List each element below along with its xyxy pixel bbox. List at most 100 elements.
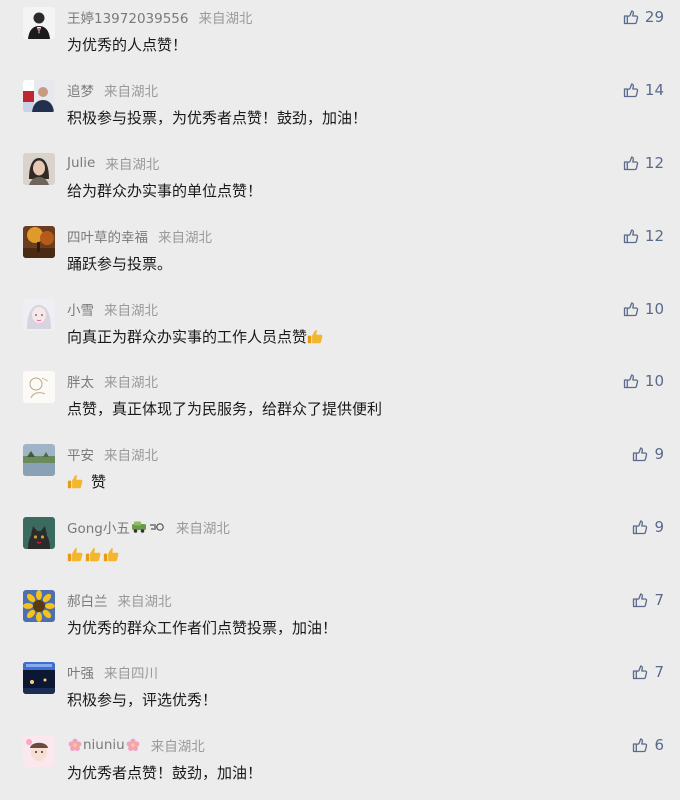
comment-item: 四叶草的幸福 来自湖北 踊跃参与投票。 12	[0, 219, 680, 291]
commenter-name[interactable]: Gong小五	[67, 517, 130, 537]
avatar-suit-man-icon[interactable]	[23, 7, 55, 39]
comment-text-row: 踊跃参与投票。	[67, 252, 172, 274]
thumbs-up-icon	[623, 9, 639, 25]
commenter-name[interactable]: 四叶草的幸福	[67, 226, 148, 246]
avatar-flag-portrait-icon[interactable]	[23, 80, 55, 112]
comment-text: 踊跃参与投票。	[67, 254, 173, 273]
comment-text: 为优秀的人点赞！	[67, 35, 188, 54]
thumbs-up-emoji-icon	[103, 546, 120, 563]
comment-item: 郝白兰 来自湖北为优秀的群众工作者们点赞投票，加油！ 7	[0, 583, 680, 655]
avatar-night-scene-icon[interactable]	[23, 662, 55, 694]
like-button[interactable]: 14	[623, 80, 664, 100]
comment-text-row: 赞	[67, 470, 106, 492]
thumbs-up-icon	[632, 446, 648, 462]
car-emoji-icon	[131, 520, 147, 534]
comment-text: 点赞，真正体现了为民服务，给群众了提供便利	[67, 399, 383, 418]
like-button[interactable]: 12	[623, 226, 664, 246]
avatar-sketch-icon[interactable]	[23, 371, 55, 403]
thumbs-up-emoji-icon	[307, 328, 324, 345]
dash-emoji-icon	[149, 520, 165, 534]
thumbs-up-icon	[623, 373, 639, 389]
like-count: 29	[644, 8, 664, 26]
commenter-name[interactable]: 平安	[67, 444, 94, 464]
commenter-name[interactable]: 叶强	[67, 662, 94, 682]
flower-emoji-icon	[68, 738, 82, 752]
comment-item: 胖太 来自湖北点赞，真正体现了为民服务，给群众了提供便利 10	[0, 364, 680, 436]
comment-text: 积极参与投票，为优秀者点赞！鼓劲，加油！	[67, 108, 368, 127]
commenter-name[interactable]: niuniu	[83, 737, 125, 753]
comment-text-row: 为优秀的群众工作者们点赞投票，加油！	[67, 616, 337, 638]
comment-meta: 胖太 来自湖北	[67, 371, 158, 391]
commenter-location: 来自湖北	[105, 157, 160, 173]
thumbs-up-icon	[623, 155, 639, 171]
flower-emoji-icon	[126, 738, 140, 752]
avatar-baby-photo-icon[interactable]	[23, 735, 55, 767]
commenter-name[interactable]: 胖太	[67, 371, 94, 391]
avatar-lake-landscape-icon[interactable]	[23, 444, 55, 476]
commenter-name[interactable]: 追梦	[67, 80, 94, 100]
thumbs-up-icon	[623, 228, 639, 244]
commenter-location: 来自湖北	[175, 521, 230, 537]
comment-text-row: 给为群众办实事的单位点赞！	[67, 179, 262, 201]
comment-item: 平安 来自湖北赞 9	[0, 437, 680, 509]
comment-text: 积极参与，评选优秀！	[67, 690, 218, 709]
commenter-name[interactable]: 小雪	[67, 299, 94, 319]
comment-item: 小雪 来自湖北向真正为群众办实事的工作人员点赞 10	[0, 292, 680, 364]
comment-text-row: 向真正为群众办实事的工作人员点赞	[67, 325, 325, 347]
comment-item: Gong小五 来自湖北 9	[0, 510, 680, 582]
like-button[interactable]: 10	[623, 371, 664, 391]
commenter-location: 来自湖北	[104, 303, 158, 319]
avatar-sunflower-icon[interactable]	[23, 590, 55, 622]
like-count: 9	[654, 445, 664, 463]
like-count: 6	[654, 736, 664, 754]
commenter-name[interactable]: Julie	[67, 155, 95, 171]
like-count: 10	[644, 372, 664, 390]
avatar-girl-portrait-icon[interactable]	[23, 153, 55, 185]
thumbs-up-icon	[632, 519, 648, 535]
like-button[interactable]: 7	[632, 662, 664, 682]
thumbs-up-icon	[623, 82, 639, 98]
comment-meta: 郝白兰 来自湖北	[67, 590, 172, 610]
comment-meta: 小雪 来自湖北	[67, 299, 158, 319]
commenter-name[interactable]: 王婷13972039556	[67, 7, 188, 27]
like-count: 14	[644, 81, 664, 99]
avatar-doll-icon[interactable]	[23, 299, 55, 331]
comment-text-row: 为优秀的人点赞！	[67, 33, 187, 55]
commenter-name[interactable]: 郝白兰	[67, 590, 108, 610]
like-button[interactable]: 10	[623, 299, 664, 319]
comment-meta: 王婷13972039556 来自湖北	[67, 7, 252, 27]
comment-item: niuniu 来自湖北为优秀者点赞！鼓劲，加油！ 6	[0, 728, 680, 800]
avatar-autumn-scene-icon[interactable]	[23, 226, 55, 258]
comment-meta: Julie 来自湖北	[67, 154, 160, 173]
thumbs-up-emoji-icon	[67, 473, 84, 490]
thumbs-up-icon	[632, 664, 648, 680]
avatar-cat-icon[interactable]	[23, 517, 55, 549]
commenter-location: 来自湖北	[150, 739, 205, 755]
like-count: 10	[644, 300, 664, 318]
comment-text: 向真正为群众办实事的工作人员点赞	[67, 327, 308, 346]
like-button[interactable]: 7	[632, 590, 664, 610]
comment-item: 追梦 来自湖北 积极参与投票，为优秀者点赞！鼓劲，加油！ 14	[0, 73, 680, 145]
like-button[interactable]: 29	[623, 7, 664, 27]
like-button[interactable]: 12	[623, 153, 664, 173]
comment-list: 王婷13972039556 来自湖北 为优秀的人点赞！ 29 追梦 来自湖北 积极参与投票，…	[0, 0, 680, 787]
like-button[interactable]: 9	[632, 444, 664, 464]
commenter-location: 来自湖北	[104, 375, 158, 391]
comment-text-row: 积极参与，评选优秀！	[67, 688, 217, 710]
comment-meta: 四叶草的幸福 来自湖北	[67, 226, 212, 246]
commenter-location: 来自湖北	[158, 230, 212, 246]
comment-meta: niuniu 来自湖北	[67, 736, 205, 755]
comment-text: 为优秀者点赞！鼓劲，加油！	[67, 763, 263, 782]
thumbs-up-emoji-icon	[67, 546, 84, 563]
like-button[interactable]: 9	[632, 517, 664, 537]
like-count: 7	[654, 591, 664, 609]
comment-meta: Gong小五 来自湖北	[67, 517, 230, 537]
like-count: 12	[644, 227, 664, 245]
comment-meta: 平安 来自湖北	[67, 444, 158, 464]
like-button[interactable]: 6	[632, 735, 664, 755]
comment-item: 王婷13972039556 来自湖北 为优秀的人点赞！ 29	[0, 0, 680, 72]
like-count: 12	[644, 154, 664, 172]
comment-text-row: 为优秀者点赞！鼓劲，加油！	[67, 761, 262, 783]
comment-text: 赞	[91, 472, 107, 491]
commenter-location: 来自四川	[104, 666, 158, 682]
